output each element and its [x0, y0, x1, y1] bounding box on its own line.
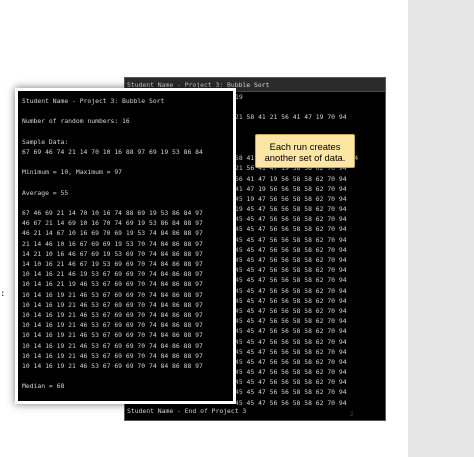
console-line-front: 67 46 69 21 14 70 10 16 74 88 69 19 53 8…: [22, 209, 203, 218]
console-line-back: 45 45 47 56 56 58 58 62 70 94: [235, 225, 347, 234]
console-line-back: 45 45 47 56 56 58 58 62 70 94: [235, 256, 347, 264]
console-line-back: 45 45 47 56 56 58 58 62 70 94: [235, 378, 347, 387]
console-line-back: 45 45 47 56 56 58 58 62 70 94: [235, 276, 347, 285]
console-line-front: [22, 371, 203, 381]
console-line-back: 21 58 41 21 56 41 47 19 70 94: [235, 113, 347, 122]
console-line-front: 46 67 21 14 69 10 16 70 74 69 19 53 86 8…: [22, 219, 203, 228]
console-line-front: 10 14 16 19 21 46 53 67 69 69 70 74 84 8…: [22, 341, 203, 350]
console-line-front: Minimum = 10, Maximum = 97: [22, 168, 123, 177]
console-line-back: [235, 102, 358, 112]
console-line-back: [235, 123, 358, 133]
console-line-front: 46 21 14 67 10 16 69 70 69 19 53 74 84 8…: [22, 229, 203, 238]
callout-line-2: another set of data.: [264, 152, 346, 163]
console-line-front: [22, 178, 203, 188]
console-line-front: Average = 55: [22, 188, 69, 197]
console-line-back: 19 45 47 56 56 58 58 62 70 94: [235, 205, 347, 214]
console-line-front: [22, 127, 203, 137]
console-line-front: [22, 157, 203, 167]
console-line-back: 45 45 47 56 56 58 58 62 70 94: [235, 286, 347, 295]
edge-mark: :: [0, 289, 6, 299]
console-line-front: [22, 198, 203, 208]
console-line-back: 45 45 47 56 56 58 58 62 70 94: [235, 337, 347, 346]
console-line-back: 19: [235, 93, 243, 101]
console-line-front: Median = 68: [22, 382, 65, 391]
page-number: 2: [350, 412, 354, 418]
console-line-back: 45 45 47 56 56 58 58 62 70 94: [235, 296, 347, 305]
console-line-front: 10 14 16 19 21 46 53 67 69 69 70 74 84 8…: [22, 310, 203, 319]
console-line-front: 21 14 46 10 16 67 69 69 19 53 70 74 84 8…: [22, 239, 203, 248]
console-line-front: [22, 106, 203, 116]
console-line-front: Student Name - Project 3: Bubble Sort: [22, 97, 165, 105]
console-line-back: 45 45 47 56 56 58 58 62 70 94: [235, 266, 347, 275]
console-line-front: Number of random numbers: 16: [22, 117, 130, 126]
console-line-back: 45 45 47 56 56 58 58 62 70 94: [235, 347, 347, 356]
console-footer-back: Student Name - End of Project 3: [127, 407, 247, 415]
console-line-front: 10 14 16 21 46 19 53 67 69 69 70 74 84 8…: [22, 270, 203, 279]
console-line-front: 67 69 46 74 21 14 70 10 16 88 97 69 19 5…: [22, 147, 203, 156]
callout-line-1: Each run creates: [269, 141, 341, 152]
console-line-back: 45 45 47 56 56 58 58 62 70 94: [235, 398, 347, 407]
side-panel: [408, 0, 474, 457]
console-line-front: 10 14 16 19 21 46 53 67 69 69 70 74 84 8…: [22, 361, 203, 370]
console-line-back: 45 45 47 56 56 58 58 62 70 94: [235, 215, 347, 224]
console-line-back: 45 45 47 56 56 58 58 62 70 94: [235, 235, 347, 244]
console-line-front: [22, 391, 203, 401]
console-line-front: Student Name - End of Project 3: [22, 402, 203, 404]
console-line-back: 45 45 47 56 56 58 58 62 70 94: [235, 357, 347, 366]
console-line-front: 10 14 16 19 21 46 53 67 69 69 70 74 84 8…: [22, 351, 203, 360]
console-line-front: 10 14 16 19 21 46 53 67 69 69 70 74 84 8…: [22, 321, 203, 330]
console-line-back: 45 19 47 56 56 58 58 62 70 94: [235, 194, 347, 203]
console-line-front: 10 14 16 19 21 46 53 67 69 69 70 74 84 8…: [22, 290, 203, 299]
console-line-back: 45 45 47 56 56 58 58 62 70 94: [235, 327, 347, 336]
console-line-front: 14 21 10 16 46 67 69 19 53 69 70 74 84 8…: [22, 249, 203, 258]
console-line-front: 10 14 16 19 21 46 53 67 69 69 70 74 84 8…: [22, 300, 203, 309]
console-line-back: 45 45 47 56 56 58 58 62 70 94: [235, 368, 347, 377]
console-line-back: 45 45 47 56 56 58 58 62 70 94: [235, 317, 347, 326]
console-line-back: 56 41 47 19 56 58 58 62 70 94: [235, 174, 347, 183]
console-output-front: Student Name - Project 3: Bubble Sort Num…: [22, 96, 203, 404]
callout-note: Each run creates another set of data.: [255, 134, 355, 168]
console-line-back: 45 45 47 56 56 58 58 62 70 94: [235, 245, 347, 254]
console-line-back: 41 47 19 56 56 58 58 62 70 94: [235, 184, 347, 193]
console-line-front: 14 10 16 21 46 67 19 53 69 69 70 74 84 8…: [22, 260, 203, 268]
console-line-front: 10 14 16 19 21 46 53 67 69 69 70 74 84 8…: [22, 331, 203, 340]
console-window-front[interactable]: Student Name - Project 3: Bubble Sort Num…: [15, 88, 236, 404]
console-line-front: 10 14 16 21 19 46 53 67 69 69 70 74 84 8…: [22, 280, 203, 289]
console-line-back: 45 45 47 56 56 58 58 62 70 94: [235, 388, 347, 397]
console-line-back: 45 45 47 56 56 58 58 62 70 94: [235, 306, 347, 315]
console-line-front: Sample Data:: [22, 137, 69, 146]
